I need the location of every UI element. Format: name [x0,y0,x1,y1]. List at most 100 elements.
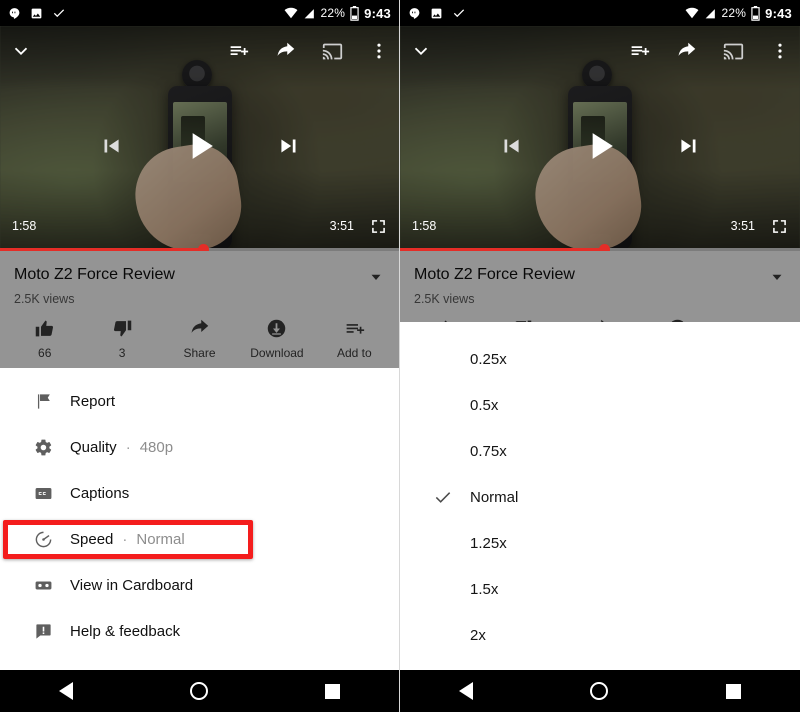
video-title-row[interactable]: Moto Z2 Force Review [400,251,800,286]
player-bottom-bar: 1:58 3:51 [0,215,399,237]
check-icon [416,487,470,507]
speed-option-label: 1.5x [470,580,499,598]
speed-option-1.25x[interactable]: 1.25x [400,520,800,566]
next-icon[interactable] [276,133,302,159]
battery-percent: 22% [320,6,346,20]
play-icon[interactable] [578,124,622,168]
speed-option-2x[interactable]: 2x [400,612,800,658]
add-to-playlist-icon [344,318,365,339]
add-to-queue-icon[interactable] [629,41,650,62]
android-nav-bar-left [0,670,399,712]
back-triangle-icon[interactable] [58,682,73,700]
status-icons-right: 22% 9:43 [685,5,792,21]
fullscreen-icon[interactable] [771,218,788,235]
chevron-down-icon[interactable] [367,265,385,286]
photo-icon [430,7,443,20]
player-playback-controls [0,122,399,170]
wifi-icon [284,6,298,20]
menu-label-quality: Quality [70,438,117,456]
video-views: 2.5K views [414,292,475,306]
fullscreen-icon[interactable] [370,218,387,235]
play-icon[interactable] [178,124,222,168]
flag-icon [16,392,70,411]
menu-label-report: Report [70,392,116,410]
like-button[interactable]: 66 [6,318,83,360]
menu-item-report[interactable]: Report [0,378,399,424]
menu-item-quality[interactable]: Quality · 480p [0,424,399,470]
share-icon[interactable] [676,41,697,62]
video-title: Moto Z2 Force Review [14,266,175,283]
menu-item-view-in-cardboard[interactable]: View in Cardboard [0,562,399,608]
speed-option-label: 0.25x [470,350,507,368]
battery-icon [350,5,359,21]
speed-option-label: 0.5x [470,396,499,414]
video-player-left[interactable]: 1:58 3:51 [0,26,399,251]
status-bar-left: 22% 9:43 [0,0,399,26]
speed-option-label: Normal [470,488,519,506]
cast-icon[interactable] [322,41,343,62]
video-views: 2.5K views [14,292,75,306]
dislike-button[interactable]: 3 [83,318,160,360]
speed-option-0.5x[interactable]: 0.5x [400,382,800,428]
add-to-button[interactable]: Add to [316,318,393,360]
dislike-count: 3 [118,346,126,360]
download-button[interactable]: Download [238,318,315,360]
player-playback-controls [400,122,800,170]
menu-separator: · [122,530,128,548]
download-icon [266,318,287,339]
video-title: Moto Z2 Force Review [414,266,575,283]
player-options-sheet: Report Quality · 480p Captions Speed · N… [0,368,399,670]
menu-item-help-feedback[interactable]: Help & feedback [0,608,399,654]
speed-option-normal[interactable]: Normal [400,474,800,520]
menu-item-speed[interactable]: Speed · Normal [0,516,399,562]
previous-icon[interactable] [498,133,524,159]
current-time: 1:58 [412,219,437,233]
share-button[interactable]: Share [161,318,238,360]
status-time: 9:43 [364,5,391,21]
speed-option-1.5x[interactable]: 1.5x [400,566,800,612]
download-label: Download [250,346,304,360]
screenshot-pair: 22% 9:43 1:58 3:51 Moto Z2 Force Review … [0,0,800,712]
signal-icon [303,7,316,20]
hangouts-icon [8,7,21,20]
menu-label-help: Help & feedback [70,622,181,640]
menu-item-captions[interactable]: Captions [0,470,399,516]
recents-square-icon[interactable] [726,683,742,699]
video-player-right[interactable]: 1:58 3:51 [400,26,800,251]
hangouts-icon [408,7,421,20]
player-top-controls [0,26,399,76]
home-circle-icon[interactable] [189,682,208,700]
recents-square-icon[interactable] [325,683,341,699]
signal-icon [704,7,717,20]
share-icon [189,318,210,339]
menu-label-captions: Captions [70,484,130,502]
add-to-label: Add to [336,346,372,360]
video-action-row: 66 3 Share [0,306,399,370]
speed-option-0.75x[interactable]: 0.75x [400,428,800,474]
video-title-row[interactable]: Moto Z2 Force Review [0,251,399,286]
phone-screen-left: 22% 9:43 1:58 3:51 Moto Z2 Force Review … [0,0,400,712]
battery-percent: 22% [721,6,747,20]
menu-value-quality: 480p [139,438,174,456]
cast-icon[interactable] [723,41,744,62]
chevron-down-icon[interactable] [410,40,432,62]
next-icon[interactable] [676,133,702,159]
chevron-down-icon[interactable] [10,40,32,62]
status-bar-right: 22% 9:43 [400,0,800,26]
more-vertical-icon[interactable] [770,41,790,61]
check-icon [452,6,466,20]
battery-icon [751,5,760,21]
speed-option-label: 1.25x [470,534,507,552]
speed-option-0.25x[interactable]: 0.25x [400,336,800,382]
home-circle-icon[interactable] [590,682,609,700]
more-vertical-icon[interactable] [369,41,389,61]
add-to-queue-icon[interactable] [228,41,249,62]
share-icon[interactable] [275,41,296,62]
current-time: 1:58 [12,219,37,233]
cardboard-icon [16,576,70,595]
duration-time: 3:51 [730,219,755,233]
previous-icon[interactable] [98,133,124,159]
chevron-down-icon[interactable] [768,265,786,286]
back-triangle-icon[interactable] [458,682,473,700]
video-info-panel-left: Moto Z2 Force Review 2.5K views 66 3 Sha… [0,251,399,370]
